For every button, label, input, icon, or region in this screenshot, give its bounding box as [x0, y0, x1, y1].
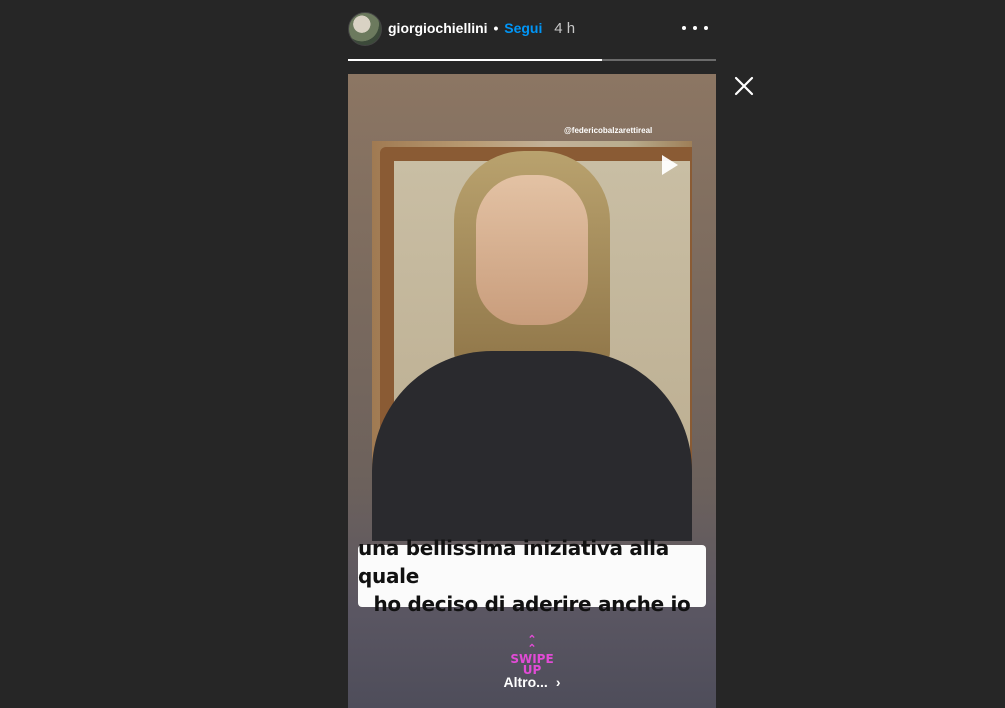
story-header: giorgiochiellini • Segui 4 h [348, 10, 716, 46]
username[interactable]: giorgiochiellini [388, 20, 488, 36]
story-progress-fill [348, 59, 602, 61]
user-line: giorgiochiellini • Segui 4 h [388, 20, 575, 37]
see-more-link[interactable]: Altro... › [348, 674, 716, 690]
more-options-icon[interactable] [682, 18, 708, 38]
caption-line-1: una bellissima iniziativa alla quale [358, 536, 669, 588]
time-ago: 4 h [554, 20, 576, 37]
caption-box: una bellissima iniziativa alla quale ho … [358, 536, 706, 616]
person-face [476, 175, 588, 325]
follow-button[interactable]: Segui [504, 20, 542, 36]
play-icon[interactable] [656, 152, 682, 178]
mention-tag[interactable]: @federicobalzarettireal [564, 126, 652, 135]
chevron-right-icon: › [555, 674, 561, 690]
avatar[interactable] [348, 12, 382, 46]
see-more-label: Altro... [503, 674, 548, 690]
close-icon[interactable] [734, 76, 754, 96]
story-media[interactable]: @federicobalzarettireal una bellissima i… [348, 74, 716, 708]
embedded-video[interactable] [372, 141, 692, 541]
caption-line-2: ho deciso di aderire anche io [373, 592, 691, 616]
swipe-up-sticker[interactable]: ⌃ ⌃ SWIPE UP [348, 635, 716, 677]
person-shirt [372, 351, 692, 541]
story-viewer: giorgiochiellini • Segui 4 h @federicoba… [348, 0, 716, 708]
story-progress-bar [348, 59, 716, 61]
separator-dot: • [493, 20, 499, 36]
